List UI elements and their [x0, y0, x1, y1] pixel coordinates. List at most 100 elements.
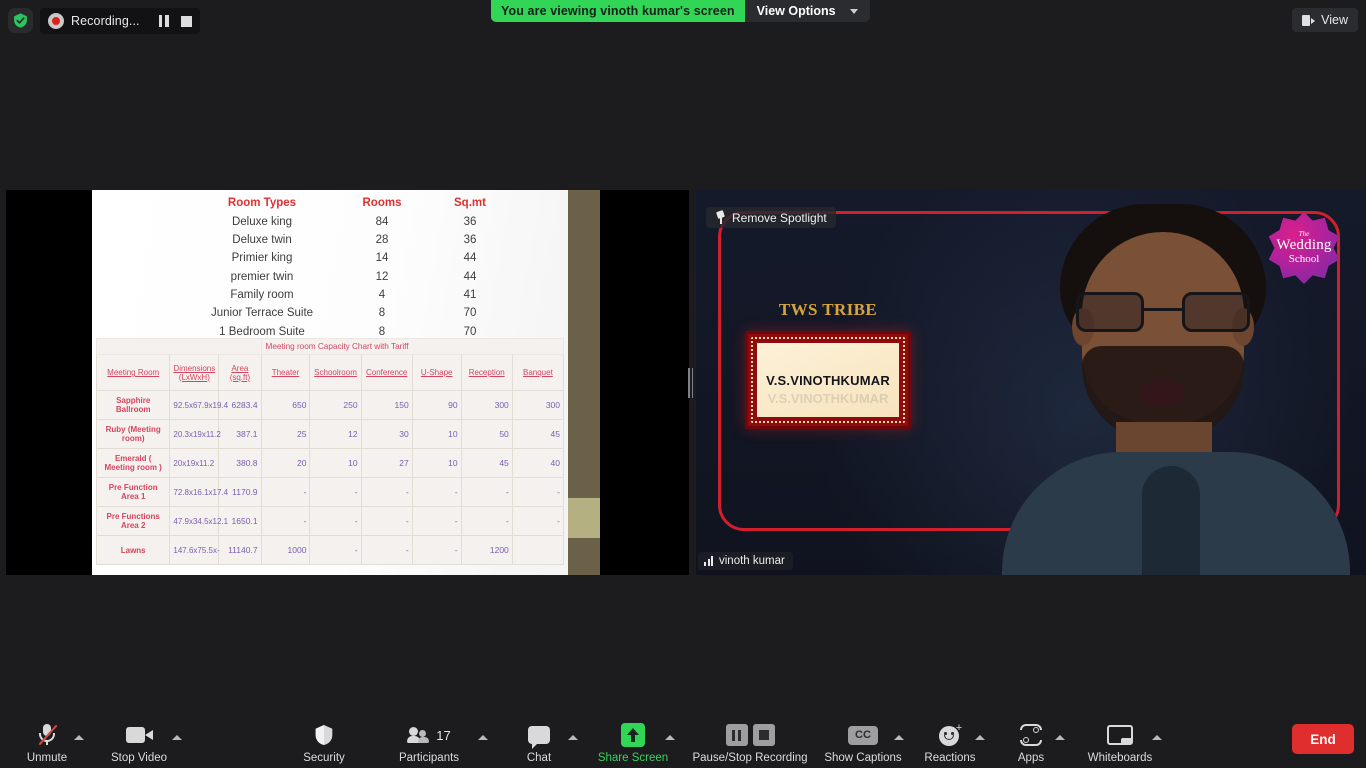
capacity-value: - [411, 535, 462, 565]
toolbar-label-whiteboards: Whiteboards [1087, 752, 1153, 764]
capacity-table-header-cell: Reception [460, 354, 513, 391]
remove-spotlight-button[interactable]: Remove Spotlight [706, 207, 836, 228]
capacity-table-header-row: Meeting Room Dimensions (LxWxH) Area (sq.f… [95, 354, 565, 391]
capacity-value: - [309, 506, 362, 536]
screen-share-banner: You are viewing vinoth kumar's screen Vi… [491, 0, 870, 22]
capacity-table-title-row: Meeting room Capacity Chart with Tariff [96, 338, 565, 355]
toolbar-item-chat[interactable]: Chat [494, 722, 584, 764]
capacity-value: 11140.7 [218, 535, 262, 565]
viewing-screen-label: You are viewing vinoth kumar's screen [491, 0, 745, 22]
capacity-value: - [511, 477, 565, 507]
table-row: Lawns 147.6x75.5x- 11140.7 1000- - -1200 [95, 535, 565, 565]
room-table-cell: 4 [378, 289, 386, 302]
capacity-room-name: Pre Functions Area 2 [95, 506, 171, 536]
end-button-label: End [1310, 731, 1336, 747]
stop-recording-icon[interactable] [180, 15, 192, 27]
pause-recording-icon[interactable] [158, 15, 169, 27]
room-table-cell: 14 [375, 252, 389, 265]
capacity-value: 300 [511, 390, 565, 420]
capacity-dimensions: 72.8x16.1x17.4 [169, 477, 228, 507]
toolbar-label-security: Security [303, 752, 345, 764]
view-layout-button[interactable]: View [1292, 8, 1358, 32]
slide-decor-band [568, 190, 600, 575]
toolbar-item-whiteboards[interactable]: Whiteboards [1075, 722, 1165, 764]
participants-count: 17 [436, 727, 451, 743]
toolbar-item-show-captions[interactable]: CC Show Captions [818, 722, 908, 764]
room-table-cell: Family room [230, 289, 294, 302]
table-row: Deluxe king 84 36 [187, 212, 513, 230]
toolbar-item-participants[interactable]: 17 Participants [384, 722, 474, 764]
capacity-value: 40 [511, 448, 565, 478]
chevron-up-icon-video[interactable] [172, 735, 182, 740]
table-row: Deluxe twin 28 36 [187, 231, 513, 249]
capacity-dimensions: 92.5x67.9x19.4 [169, 390, 228, 420]
table-row: Family room 4 41 [187, 286, 513, 304]
name-card-text: V.S.VINOTHKUMAR [766, 372, 890, 388]
stop-recording-button[interactable] [752, 724, 775, 746]
shared-screen-viewport[interactable]: Room Types Rooms Sq.mt Deluxe king 84 36 Delux… [6, 190, 689, 575]
room-table-cell: Junior Terrace Suite [210, 307, 314, 320]
capacity-value: 45 [460, 448, 513, 478]
pause-recording-button[interactable] [725, 724, 748, 746]
recording-label: Recording... [71, 14, 140, 28]
table-row: premier twin 12 44 [187, 268, 513, 286]
toolbar-label-chat: Chat [526, 752, 552, 764]
meeting-capacity-table: Meeting room Capacity Chart with Tariff M… [95, 338, 565, 565]
capacity-value: 650 [260, 390, 311, 420]
room-table-cell: 36 [463, 233, 477, 246]
toolbar-item-apps[interactable]: Apps [986, 722, 1076, 764]
room-table-cell: 41 [463, 289, 477, 302]
toolbar-item-reactions[interactable]: + Reactions [905, 722, 995, 765]
capacity-value: - [309, 535, 362, 565]
capacity-value: 90 [411, 390, 462, 420]
view-options-button[interactable]: View Options [744, 0, 870, 22]
chevron-up-icon-share[interactable] [665, 735, 675, 740]
capacity-value: - [460, 506, 513, 536]
toolbar-label-share-screen: Share Screen [597, 752, 669, 764]
chevron-up-icon-chat[interactable] [568, 735, 578, 740]
toolbar-item-security[interactable]: Security [279, 722, 369, 764]
view-options-label: View Options [756, 4, 836, 18]
capacity-value: 12 [309, 419, 362, 449]
room-table-cell: Primier king [231, 252, 293, 265]
chevron-up-icon-apps[interactable] [1055, 735, 1065, 740]
recording-indicator: Recording... [40, 8, 200, 34]
capacity-table-header-cell: Dimensions (LxWxH) [169, 354, 220, 391]
participant-name-badge: vinoth kumar [698, 552, 793, 570]
toolbar-item-pause-stop-recording[interactable]: Pause/Stop Recording [692, 722, 808, 764]
room-table-cell: 8 [378, 307, 386, 320]
table-row: Ruby (Meeting room) 20.3x19x11.2 387.1 25 12… [95, 419, 565, 449]
toolbar-label-reactions: Reactions [924, 752, 976, 764]
resize-handle-icon[interactable] [688, 366, 693, 400]
chevron-up-icon-whiteboards[interactable] [1152, 735, 1162, 740]
apps-icon [1019, 722, 1043, 748]
table-row: Pre Functions Area 2 47.9x34.5x12.1 1650.1… [95, 506, 565, 536]
capacity-value: 10 [411, 419, 462, 449]
toolbar-item-stop-video[interactable]: Stop Video [94, 722, 184, 764]
toolbar-item-share-screen[interactable]: Share Screen [588, 722, 678, 764]
capacity-value: - [460, 477, 513, 507]
capacity-value: 50 [460, 419, 513, 449]
toolbar-item-unmute[interactable]: Unmute [2, 722, 92, 764]
shield-check-icon[interactable] [8, 8, 33, 33]
chevron-up-icon-audio[interactable] [74, 735, 84, 740]
capacity-value: 150 [360, 390, 413, 420]
room-table-cell: 70 [463, 307, 477, 320]
chevron-up-icon-captions[interactable] [894, 735, 904, 740]
room-table-header-row: Room Types Rooms Sq.mt [187, 194, 513, 212]
chevron-up-icon-participants[interactable] [478, 735, 488, 740]
capacity-table-wrapper: Meeting room Capacity Chart with Tariff M… [95, 338, 565, 565]
record-dot-icon [48, 13, 64, 29]
participant-name-label: vinoth kumar [719, 555, 785, 567]
table-row: Primier king 14 44 [187, 249, 513, 267]
room-table-cell: premier twin [230, 270, 294, 283]
end-meeting-button[interactable]: End [1292, 724, 1354, 754]
capacity-value: - [511, 506, 565, 536]
room-table-cell: 84 [375, 215, 389, 228]
capacity-dimensions: 20x19x11.2 [169, 448, 220, 478]
logo-line-2: Wedding [1276, 237, 1332, 254]
capacity-value: - [260, 477, 311, 507]
capacity-value: - [411, 477, 462, 507]
capacity-table-header-cell: Theater [260, 354, 311, 391]
chevron-up-icon-reactions[interactable] [975, 735, 985, 740]
